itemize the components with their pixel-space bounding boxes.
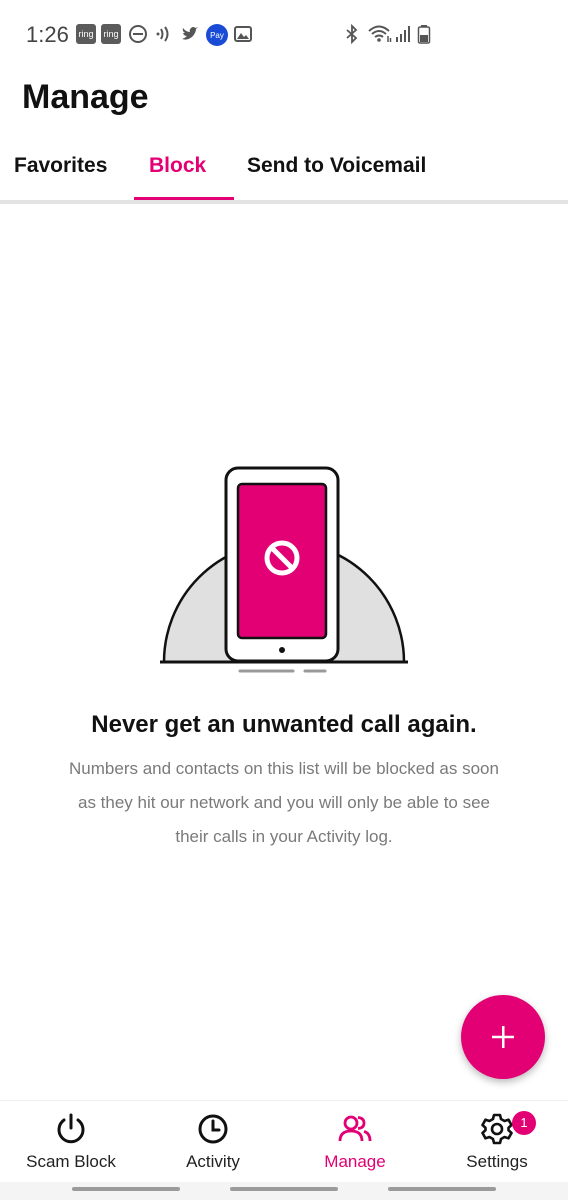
tabs-divider bbox=[0, 200, 568, 204]
twitter-icon bbox=[180, 24, 200, 44]
tab-bar: Favorites Block Send to Voicemail bbox=[0, 140, 568, 204]
back-button[interactable] bbox=[388, 1187, 496, 1191]
page-title: Manage bbox=[22, 78, 149, 116]
samsung-pay-icon: Pay bbox=[206, 24, 228, 46]
active-tab-indicator bbox=[134, 197, 234, 200]
recent-apps-button[interactable] bbox=[72, 1187, 180, 1191]
nav-item-scam-block[interactable]: Scam Block bbox=[0, 1101, 142, 1183]
wifi-icon bbox=[367, 24, 393, 44]
add-blocked-number-button[interactable] bbox=[461, 995, 545, 1079]
nav-item-settings[interactable]: 1 Settings bbox=[426, 1101, 568, 1183]
tab-send-to-voicemail[interactable]: Send to Voicemail bbox=[247, 154, 426, 178]
clock-icon bbox=[198, 1114, 228, 1144]
tab-favorites[interactable]: Favorites bbox=[14, 154, 107, 178]
app-screen: 1:26 ring ring Pay Manage Favorites Bloc… bbox=[0, 0, 568, 1200]
do-not-disturb-icon bbox=[128, 24, 148, 44]
nav-label-activity: Activity bbox=[186, 1152, 240, 1171]
ring-app-icon: ring bbox=[101, 24, 121, 44]
settings-notification-badge: 1 bbox=[512, 1111, 536, 1135]
home-button[interactable] bbox=[230, 1187, 338, 1191]
power-icon bbox=[57, 1113, 85, 1144]
system-navigation-bar bbox=[0, 1182, 568, 1200]
bluetooth-icon bbox=[343, 24, 361, 44]
battery-icon bbox=[417, 24, 431, 44]
nav-item-manage[interactable]: Manage bbox=[284, 1101, 426, 1183]
nav-label-settings: Settings bbox=[466, 1152, 528, 1171]
status-time: 1:26 bbox=[26, 22, 69, 47]
signal-icon bbox=[394, 24, 412, 44]
nav-item-activity[interactable]: Activity bbox=[142, 1101, 284, 1183]
plus-icon bbox=[492, 1026, 514, 1048]
status-bar: 1:26 ring ring Pay bbox=[0, 0, 568, 70]
nav-label-scam-block: Scam Block bbox=[26, 1152, 116, 1171]
people-icon bbox=[338, 1115, 372, 1142]
empty-state-title: Never get an unwanted call again. bbox=[91, 711, 477, 738]
bottom-navigation: Scam Block Activity Manage 1 Settings bbox=[0, 1100, 568, 1182]
nav-label-manage: Manage bbox=[324, 1152, 386, 1171]
blocked-phone-illustration bbox=[160, 466, 408, 673]
empty-state-description: Numbers and contacts on this list will b… bbox=[69, 759, 499, 846]
gear-icon bbox=[481, 1113, 513, 1145]
nfc-icon bbox=[155, 24, 175, 44]
tab-block[interactable]: Block bbox=[149, 154, 206, 178]
image-icon bbox=[233, 24, 253, 44]
ring-app-icon: ring bbox=[76, 24, 96, 44]
